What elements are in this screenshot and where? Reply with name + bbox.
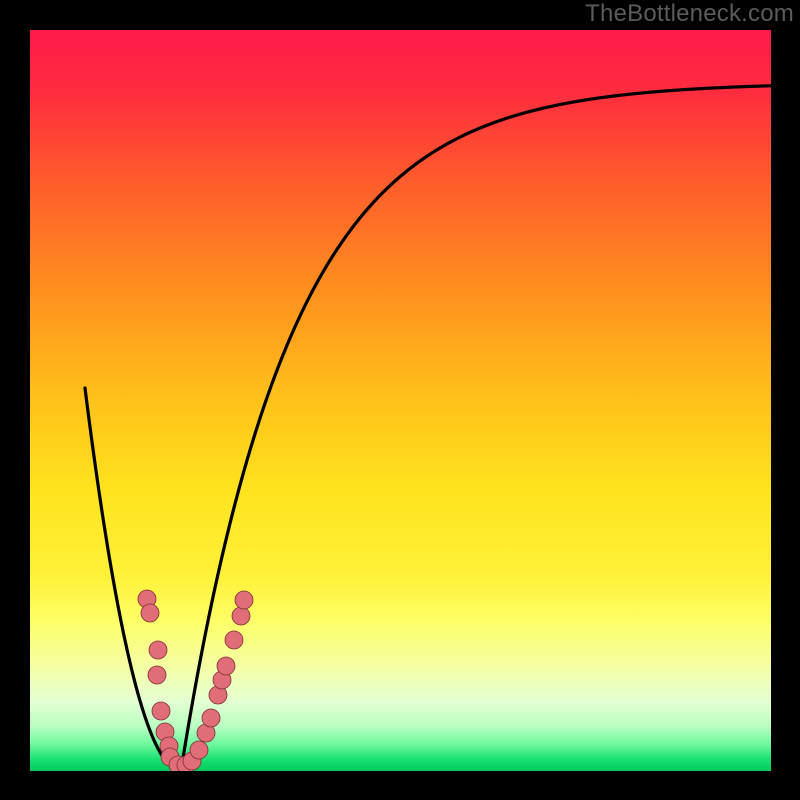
sample-marker — [202, 709, 220, 727]
plot-area — [30, 30, 771, 771]
sample-marker — [148, 666, 166, 684]
sample-marker — [190, 741, 208, 759]
watermark-text: TheBottleneck.com — [585, 0, 794, 28]
sample-marker — [232, 607, 250, 625]
sample-marker — [152, 702, 170, 720]
chart-svg — [30, 30, 771, 771]
outer-frame: TheBottleneck.com — [0, 0, 800, 800]
sample-marker — [149, 641, 167, 659]
gradient-background — [30, 30, 771, 771]
sample-marker — [225, 631, 243, 649]
sample-marker — [235, 591, 253, 609]
sample-marker — [217, 657, 235, 675]
sample-marker — [141, 604, 159, 622]
